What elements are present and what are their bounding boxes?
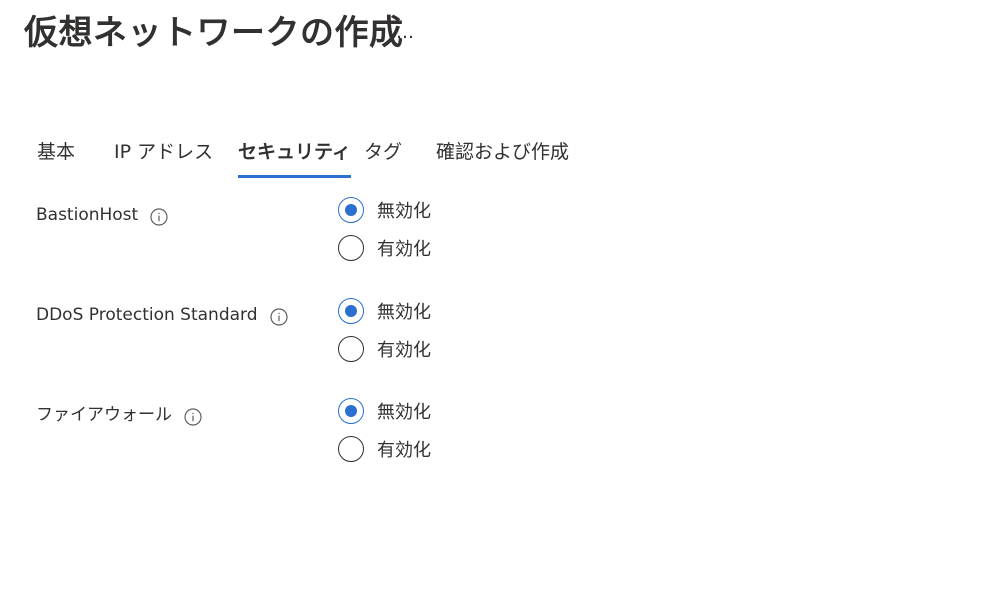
radio-label: 有効化 bbox=[377, 340, 431, 361]
setting-row-ddos: DDoS Protection Standard 無効化 有効化 bbox=[36, 298, 636, 380]
tab-ip-addresses[interactable]: IP アドレス bbox=[114, 136, 213, 178]
tab-tags[interactable]: タグ bbox=[364, 136, 402, 178]
radio-label: 有効化 bbox=[377, 440, 431, 461]
page-title: 仮想ネットワークの作成 bbox=[24, 13, 404, 53]
radio-enable-bastion[interactable]: 有効化 bbox=[338, 233, 431, 263]
setting-label-bastion: BastionHost bbox=[36, 200, 168, 230]
setting-label-text: ファイアウォール bbox=[36, 405, 172, 425]
setting-row-bastion: BastionHost 無効化 有効化 bbox=[36, 197, 636, 280]
radio-label: 無効化 bbox=[377, 302, 431, 323]
radio-button[interactable] bbox=[338, 436, 364, 462]
info-icon[interactable] bbox=[150, 206, 168, 226]
radio-disable-bastion[interactable]: 無効化 bbox=[338, 195, 431, 225]
radio-button[interactable] bbox=[338, 235, 364, 261]
tab-basics[interactable]: 基本 bbox=[37, 136, 75, 178]
radio-button[interactable] bbox=[338, 398, 364, 424]
setting-label-text: BastionHost bbox=[36, 205, 139, 225]
setting-label-firewall: ファイアウォール bbox=[36, 400, 202, 430]
radio-disable-firewall[interactable]: 無効化 bbox=[338, 396, 431, 426]
radio-button[interactable] bbox=[338, 336, 364, 362]
tab-security[interactable]: セキュリティ bbox=[238, 136, 351, 178]
radio-label: 無効化 bbox=[377, 201, 431, 222]
radio-label: 無効化 bbox=[377, 402, 431, 423]
setting-row-firewall: ファイアウォール 無効化 有効化 bbox=[36, 398, 636, 480]
more-options-button[interactable]: … bbox=[396, 18, 414, 48]
radio-button[interactable] bbox=[338, 298, 364, 324]
setting-label-text: DDoS Protection Standard bbox=[36, 305, 258, 325]
tab-review-create[interactable]: 確認および作成 bbox=[436, 136, 569, 178]
radio-enable-firewall[interactable]: 有効化 bbox=[338, 434, 431, 464]
radio-enable-ddos[interactable]: 有効化 bbox=[338, 334, 431, 364]
info-icon[interactable] bbox=[184, 406, 202, 426]
radio-disable-ddos[interactable]: 無効化 bbox=[338, 296, 431, 326]
radio-label: 有効化 bbox=[377, 239, 431, 260]
radio-button[interactable] bbox=[338, 197, 364, 223]
info-icon[interactable] bbox=[269, 306, 288, 326]
setting-label-ddos: DDoS Protection Standard bbox=[36, 300, 288, 330]
